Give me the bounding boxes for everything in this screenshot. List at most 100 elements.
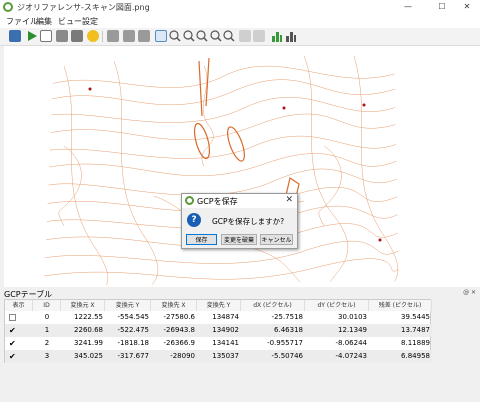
table-row[interactable]: 0 1222.55 -554.545 -27580.6 134874 -25.7… <box>5 311 432 324</box>
table-row[interactable]: ✔ 1 2260.68 -522.475 -26943.8 134902 6.4… <box>5 324 432 337</box>
qgis-logo-icon <box>3 2 13 12</box>
cell-residual: 8.11889 <box>401 339 430 347</box>
gcp-point-marker <box>88 87 92 91</box>
visible-checkmark-icon[interactable]: ✔ <box>9 327 16 335</box>
col-header-dst-x[interactable]: 変換先 X <box>151 300 197 311</box>
cell-src-x: 345.025 <box>74 352 103 360</box>
load-gcp-icon[interactable] <box>56 30 68 42</box>
dialog-close-button[interactable]: ✕ <box>285 195 293 205</box>
cell-dst-x: -26366.9 <box>163 339 195 347</box>
zoom-out-icon[interactable] <box>183 30 195 42</box>
delete-point-icon[interactable] <box>123 30 135 42</box>
cell-dst-x: -28090 <box>170 352 195 360</box>
cell-src-x: 1222.55 <box>74 313 103 321</box>
col-header-src-y[interactable]: 変換元 Y <box>105 300 151 311</box>
zoom-to-layer-icon[interactable] <box>196 30 208 42</box>
dialog-title-bar: GCPを保存 ✕ <box>182 194 297 208</box>
map-canvas[interactable] <box>4 46 480 287</box>
full-histogram-icon[interactable] <box>285 30 297 42</box>
cell-dy: 12.1349 <box>338 326 367 334</box>
add-point-icon[interactable] <box>107 30 119 42</box>
visible-checkmark-icon[interactable]: ✔ <box>9 340 16 348</box>
visible-checkmark-icon[interactable]: ✔ <box>9 353 16 361</box>
cell-dst-x: -26943.8 <box>163 326 195 334</box>
cell-src-y: -554.545 <box>117 313 149 321</box>
cell-id: 3 <box>44 352 50 360</box>
zoom-next-icon[interactable] <box>223 30 235 42</box>
cell-dy: 30.0103 <box>338 313 367 321</box>
pan-icon[interactable] <box>155 30 167 42</box>
cell-dx: -0.955717 <box>267 339 303 347</box>
cell-dy: -4.07243 <box>335 352 367 360</box>
cell-dst-y: 135037 <box>212 352 239 360</box>
table-row[interactable]: ✔ 3 345.025 -317.677 -28090 135037 -5.50… <box>5 350 432 363</box>
minimize-button[interactable]: — <box>395 1 421 13</box>
gcp-point-marker <box>282 106 286 110</box>
menu-edit[interactable]: 編集 <box>36 16 52 27</box>
dialog-title: GCPを保存 <box>197 197 238 206</box>
start-georeferencing-icon[interactable] <box>26 30 38 42</box>
dialog-message: GCPを保存しますか? <box>212 217 285 226</box>
col-header-id[interactable]: ID <box>33 300 61 311</box>
scanned-contour-map <box>44 55 399 286</box>
status-bar <box>0 392 480 402</box>
zoom-in-icon[interactable] <box>169 30 181 42</box>
menu-file[interactable]: ファイル <box>6 16 38 27</box>
col-header-residual[interactable]: 残差 (ピクセル) <box>369 300 432 311</box>
toolbar <box>0 28 480 46</box>
menu-view[interactable]: ビュー <box>58 16 82 27</box>
save-button[interactable]: 保存 <box>186 234 217 245</box>
histogram-icon[interactable] <box>271 30 283 42</box>
menu-settings[interactable]: 設定 <box>82 16 98 27</box>
window-title: ジオリファレンサ-スキャン図面.png <box>17 3 150 12</box>
link-georef-to-qgis-icon[interactable] <box>239 30 251 42</box>
gcp-point-marker <box>378 238 382 242</box>
cell-src-y: -1818.18 <box>117 339 149 347</box>
maximize-button[interactable]: ☐ <box>429 1 455 13</box>
visible-checkbox[interactable] <box>9 314 16 321</box>
cell-dst-y: 134902 <box>212 326 239 334</box>
cell-dx: -25.7518 <box>271 313 303 321</box>
question-icon: ? <box>187 213 201 227</box>
cell-dx: -5.50746 <box>271 352 303 360</box>
cell-residual: 6.84958 <box>401 352 430 360</box>
col-header-src-x[interactable]: 変換元 X <box>61 300 105 311</box>
cell-dst-y: 134141 <box>212 339 239 347</box>
settings-icon[interactable] <box>87 30 99 42</box>
cancel-button[interactable]: キャンセル <box>260 234 293 245</box>
cell-src-y: -317.677 <box>117 352 149 360</box>
close-button[interactable]: ✕ <box>454 1 480 13</box>
cell-residual: 39.5445 <box>401 313 430 321</box>
cell-src-x: 2260.68 <box>74 326 103 334</box>
cell-id: 2 <box>44 339 50 347</box>
cell-id: 1 <box>44 326 50 334</box>
gcp-table: 表示 ID 変換元 X 変換元 Y 変換先 X 変換先 Y dX (ピクセル) … <box>4 299 432 363</box>
col-header-dx[interactable]: dX (ピクセル) <box>241 300 305 311</box>
col-header-visible[interactable]: 表示 <box>5 300 33 311</box>
title-bar: ジオリファレンサ-スキャン図面.png — ☐ ✕ <box>0 0 480 15</box>
menu-bar: ファイル 編集 ビュー 設定 <box>0 15 480 28</box>
generate-gdal-script-icon[interactable] <box>40 30 52 42</box>
open-raster-icon[interactable] <box>9 30 21 42</box>
gcp-point-marker <box>362 103 366 107</box>
cell-dy: -8.06244 <box>335 339 367 347</box>
move-point-icon[interactable] <box>138 30 150 42</box>
panel-float-close-icon[interactable]: @ ✕ <box>463 289 476 296</box>
col-header-dy[interactable]: dY (ピクセル) <box>305 300 369 311</box>
discard-changes-button[interactable]: 変更を破棄 <box>221 234 257 245</box>
cell-dst-y: 134874 <box>212 313 239 321</box>
cell-dst-x: -27580.6 <box>163 313 195 321</box>
zoom-last-icon[interactable] <box>210 30 222 42</box>
col-header-dst-y[interactable]: 変換先 Y <box>197 300 241 311</box>
table-row[interactable]: ✔ 2 3241.99 -1818.18 -26366.9 134141 -0.… <box>5 337 432 350</box>
save-gcp-icon[interactable] <box>71 30 83 42</box>
cell-dx: 6.46318 <box>274 326 303 334</box>
toolbar-separator <box>102 31 103 42</box>
cell-src-x: 3241.99 <box>74 339 103 347</box>
link-qgis-to-georef-icon[interactable] <box>253 30 265 42</box>
cell-src-y: -522.475 <box>117 326 149 334</box>
cell-residual: 13.7487 <box>401 326 430 334</box>
qgis-logo-icon <box>185 196 194 205</box>
cell-id: 0 <box>44 313 50 321</box>
save-gcp-dialog: GCPを保存 ✕ ? GCPを保存しますか? 保存 変更を破棄 キャンセル <box>181 193 298 249</box>
